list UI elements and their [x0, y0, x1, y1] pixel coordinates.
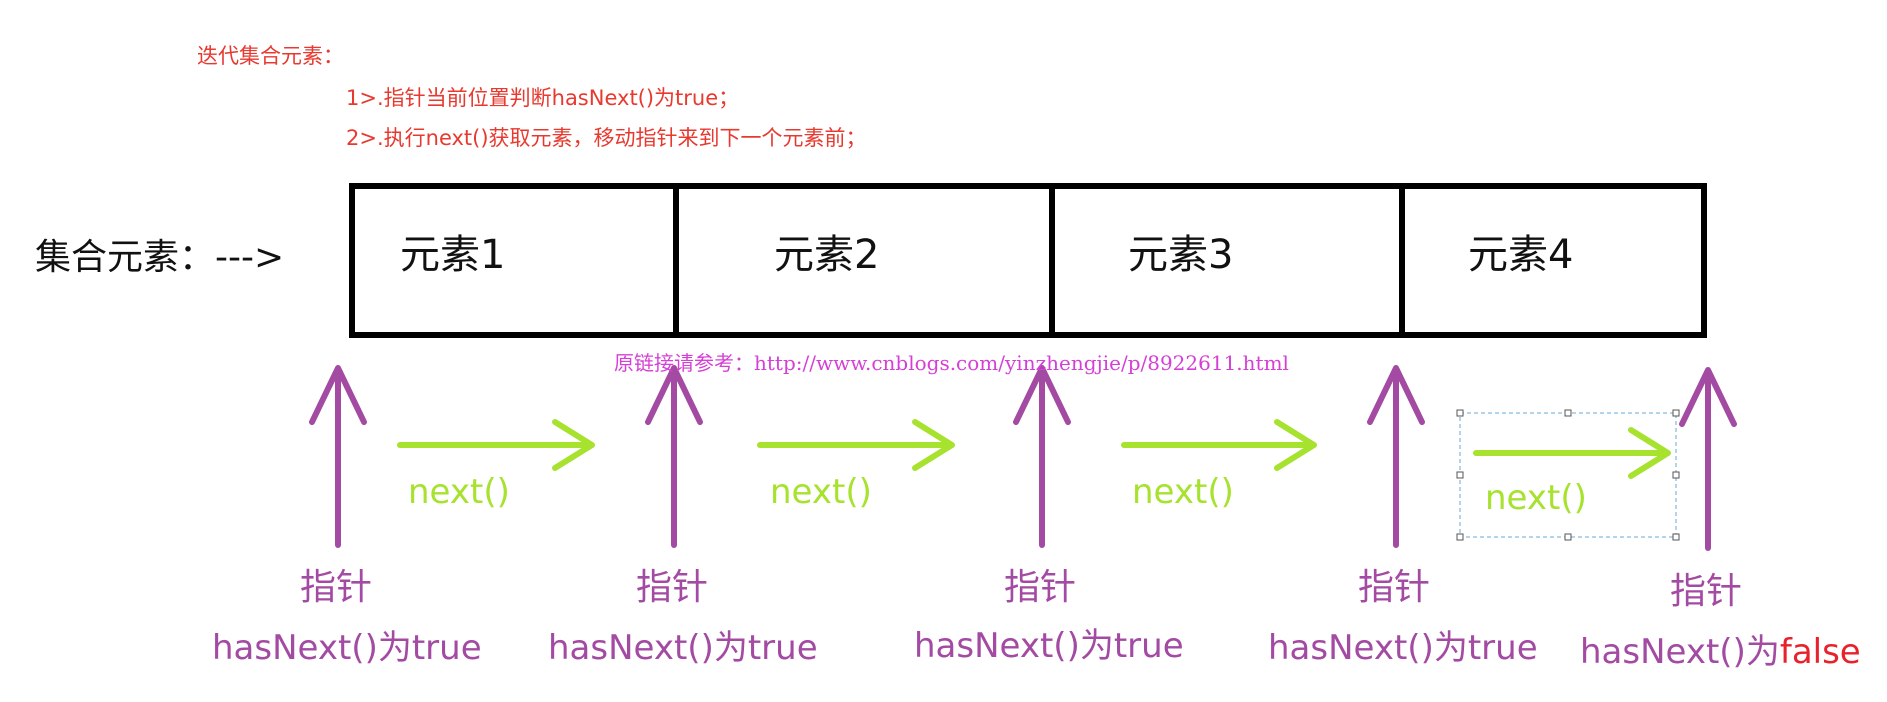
next-arrow	[1473, 427, 1671, 479]
has-next-label-2: hasNext()为true	[548, 620, 818, 669]
has-next-prefix: hasNext()为	[548, 628, 748, 668]
has-next-prefix: hasNext()为	[914, 626, 1114, 666]
pointer-arrow	[1679, 367, 1737, 551]
has-next-label-5: hasNext()为false	[1580, 624, 1861, 673]
has-next-value: true	[411, 628, 482, 668]
resize-handle[interactable]	[1564, 409, 1572, 417]
pointer-label: 指针	[636, 567, 709, 608]
has-next-value: true	[1467, 628, 1538, 668]
resize-handle[interactable]	[1564, 533, 1572, 541]
pointer-label: 指针	[1670, 571, 1743, 612]
has-next-value: true	[747, 628, 818, 668]
has-next-false-value: false	[1779, 632, 1861, 672]
resize-handle[interactable]	[1456, 409, 1464, 417]
element-label-1: 元素1	[400, 232, 506, 278]
pointer-label: 指针	[1358, 567, 1431, 608]
next-arrow	[1121, 419, 1317, 471]
has-next-label-3: hasNext()为true	[914, 618, 1184, 667]
source-link[interactable]: 原链接请参考：http://www.cnblogs.com/yinzhengji…	[614, 347, 1289, 376]
next-label: next()	[1132, 472, 1234, 512]
element-label-4: 元素4	[1468, 232, 1574, 278]
next-arrow	[757, 419, 955, 471]
pointer-label: 指针	[1004, 567, 1077, 608]
next-arrow	[397, 419, 595, 471]
element-label-2: 元素2	[774, 232, 880, 278]
resize-handle[interactable]	[1672, 409, 1680, 417]
has-next-prefix: hasNext()为	[1580, 632, 1780, 672]
resize-handle[interactable]	[1456, 471, 1464, 479]
next-label: next()	[1485, 478, 1587, 518]
pointer-label: 指针	[300, 567, 373, 608]
has-next-label-1: hasNext()为true	[212, 620, 482, 669]
has-next-prefix: hasNext()为	[212, 628, 412, 668]
next-label: next()	[408, 472, 510, 512]
pointer-arrow	[645, 365, 703, 548]
pointer-arrow	[1013, 365, 1071, 548]
has-next-value: true	[1113, 626, 1184, 666]
selection-frame[interactable]	[1456, 409, 1680, 541]
resize-handle[interactable]	[1672, 533, 1680, 541]
has-next-prefix: hasNext()为	[1268, 628, 1468, 668]
element-label-3: 元素3	[1128, 232, 1234, 278]
pointer-arrow	[1367, 365, 1425, 548]
pointer-arrow	[309, 365, 367, 548]
resize-handle[interactable]	[1672, 471, 1680, 479]
has-next-label-4: hasNext()为true	[1268, 620, 1538, 669]
next-label: next()	[770, 472, 872, 512]
resize-handle[interactable]	[1456, 533, 1464, 541]
